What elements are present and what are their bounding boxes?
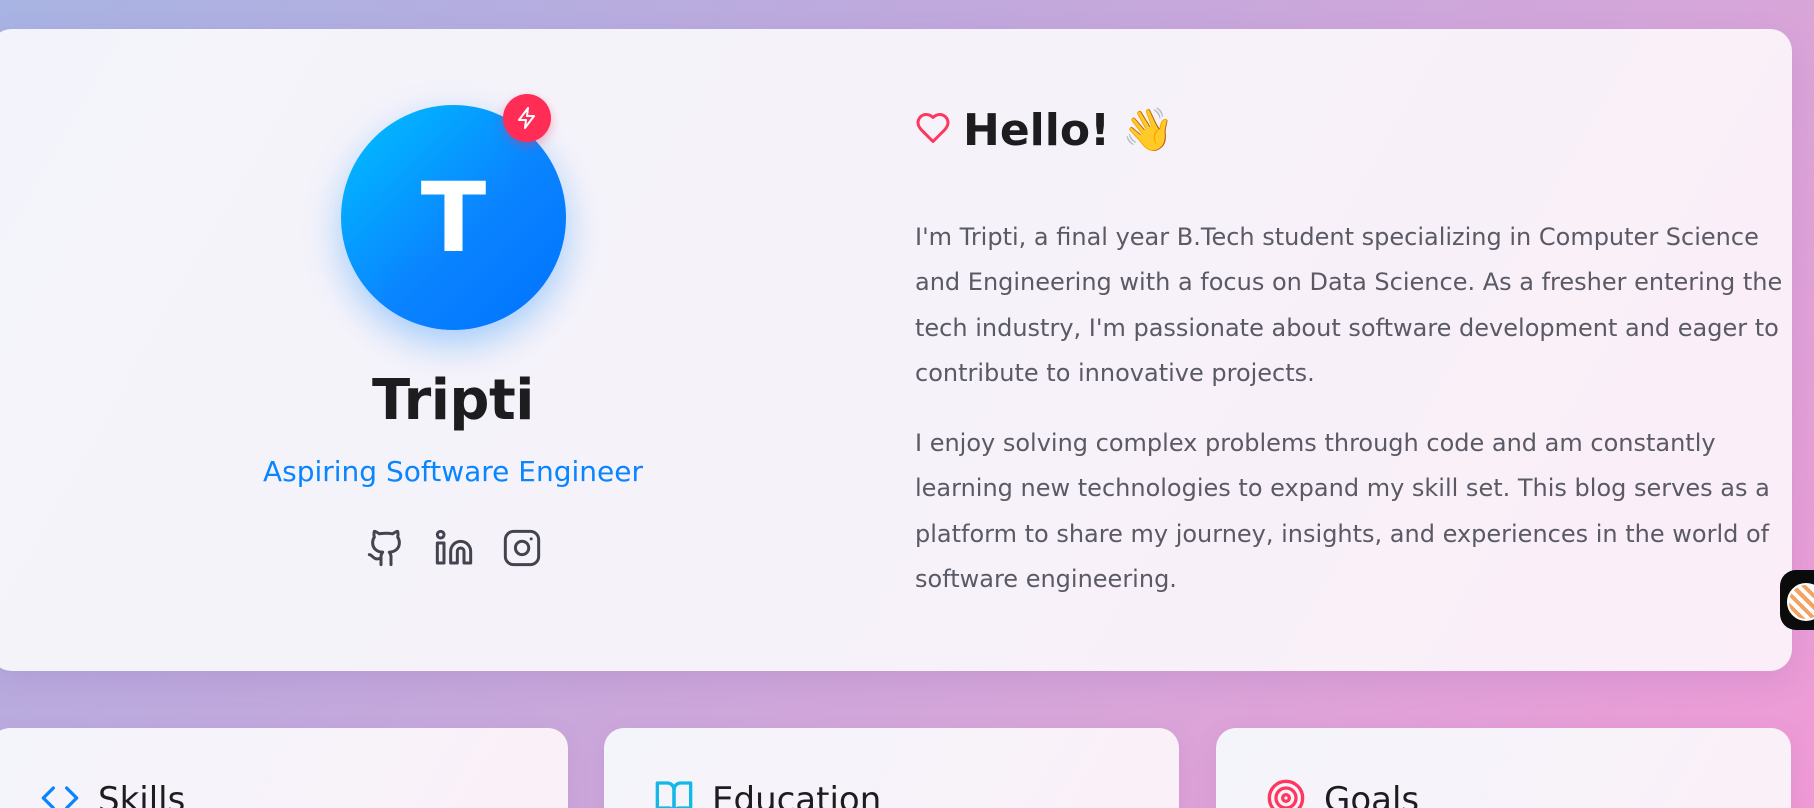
- linkedin-link[interactable]: [432, 528, 476, 572]
- skills-card: Skills: [0, 728, 568, 808]
- github-link[interactable]: [364, 528, 408, 572]
- lightning-icon: [503, 94, 551, 142]
- profile-name: Tripti: [372, 368, 534, 433]
- about-heading: Hello! 👋: [915, 100, 1174, 160]
- skills-title: Skills: [98, 780, 186, 808]
- code-icon: [40, 778, 80, 808]
- goals-card: Goals: [1216, 728, 1791, 808]
- goals-title: Goals: [1324, 780, 1420, 808]
- education-card-header: Education: [654, 778, 881, 808]
- goals-card-header: Goals: [1266, 778, 1419, 808]
- github-icon: [366, 528, 406, 572]
- education-title: Education: [712, 780, 882, 808]
- target-icon: [1266, 778, 1306, 808]
- book-icon: [654, 778, 694, 808]
- linkedin-icon: [434, 528, 474, 572]
- heart-icon: [915, 110, 951, 150]
- profile-role: Aspiring Software Engineer: [262, 455, 644, 488]
- about-paragraph-2: I enjoy solving complex problems through…: [915, 429, 1770, 593]
- social-links: [364, 528, 544, 572]
- instagram-icon: [502, 528, 542, 572]
- about-paragraph-1: I'm Tripti, a final year B.Tech student …: [915, 223, 1783, 387]
- waving-hand-emoji: 👋: [1122, 105, 1175, 154]
- skills-card-header: Skills: [40, 778, 185, 808]
- instagram-link[interactable]: [500, 528, 544, 572]
- about-title: Hello!: [963, 104, 1111, 156]
- education-card: Education: [604, 728, 1179, 808]
